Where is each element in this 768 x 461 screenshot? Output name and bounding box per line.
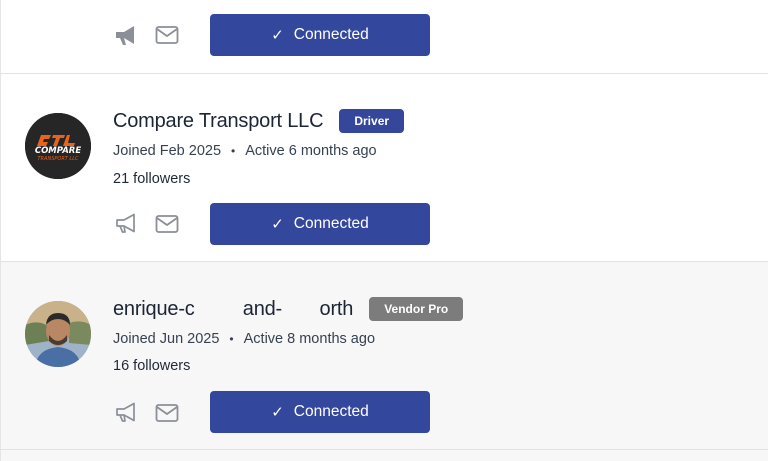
joined-date: Joined Jun 2025 [113,331,220,347]
profile-name[interactable]: enrique-c and- orth [113,298,353,321]
connection-card [0,450,768,461]
check-icon: ✓ [271,27,284,44]
profile-meta: Joined Jun 2025 • Active 8 months ago [113,331,375,347]
mail-icon[interactable] [154,402,180,424]
avatar[interactable] [25,301,91,367]
connection-card: ✓ Connected [0,0,768,74]
connected-button[interactable]: ✓ Connected [210,14,430,56]
check-icon: ✓ [271,216,284,233]
check-icon: ✓ [271,404,284,421]
mail-icon[interactable] [154,213,180,235]
followers-number: 16 [113,358,130,374]
followers-label: followers [133,171,191,187]
connected-button[interactable]: ✓ Connected [210,391,430,433]
connected-button-label: Connected [293,215,369,232]
joined-date: Joined Feb 2025 [113,143,222,159]
connection-card: COMPARE TRANSPORT LLC Compare Transport … [0,74,768,262]
connected-button-label: Connected [293,26,369,43]
logo-text-bottom: TRANSPORT LLC [38,156,80,162]
followers-count: 16 followers [113,358,190,374]
followers-count: 21 followers [113,171,190,187]
name-row: enrique-c and- orth Vendor Pro [113,297,464,321]
separator-dot: • [229,332,234,346]
megaphone-icon[interactable] [113,24,139,46]
name-row: Compare Transport LLC Driver [113,109,405,133]
role-badge: Vendor Pro [369,297,464,321]
followers-number: 21 [113,171,130,187]
connected-button-label: Connected [293,403,369,420]
logo-text-top: COMPARE [35,146,81,156]
megaphone-icon[interactable] [113,212,139,234]
followers-label: followers [133,358,191,374]
profile-meta: Joined Feb 2025 • Active 6 months ago [113,143,377,159]
avatar[interactable]: COMPARE TRANSPORT LLC [25,113,91,179]
last-active: Active 8 months ago [243,331,376,347]
profile-name[interactable]: Compare Transport LLC [113,110,324,133]
connection-card: enrique-c and- orth Vendor Pro Joined Ju… [0,262,768,450]
separator-dot: • [231,144,236,158]
role-badge: Driver [339,109,405,133]
megaphone-icon[interactable] [113,401,139,423]
last-active: Active 6 months ago [245,143,377,159]
mail-icon[interactable] [154,24,180,46]
connected-button[interactable]: ✓ Connected [210,203,430,245]
